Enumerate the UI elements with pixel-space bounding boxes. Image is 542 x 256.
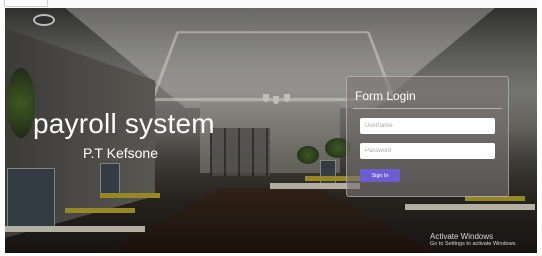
login-form-panel: Form Login Sign In	[346, 76, 509, 197]
screen: payroll system P.T Kefsone Form Login Si…	[0, 0, 542, 256]
activate-windows-subtitle: Go to Settings to activate Windows.	[430, 241, 517, 247]
top-strip	[0, 0, 542, 8]
login-form-title: Form Login	[355, 89, 416, 103]
password-input[interactable]	[360, 143, 495, 159]
tooltip-box	[4, 0, 48, 7]
app-title: payroll system	[33, 108, 215, 139]
activate-windows-watermark: Activate Windows Go to Settings to activ…	[430, 232, 517, 248]
sign-in-button[interactable]: Sign In	[360, 169, 400, 182]
username-input[interactable]	[360, 118, 495, 134]
login-divider	[353, 108, 502, 109]
company-name: P.T Kefsone	[83, 145, 158, 161]
right-edge	[537, 0, 542, 256]
activate-windows-title: Activate Windows	[430, 232, 494, 241]
